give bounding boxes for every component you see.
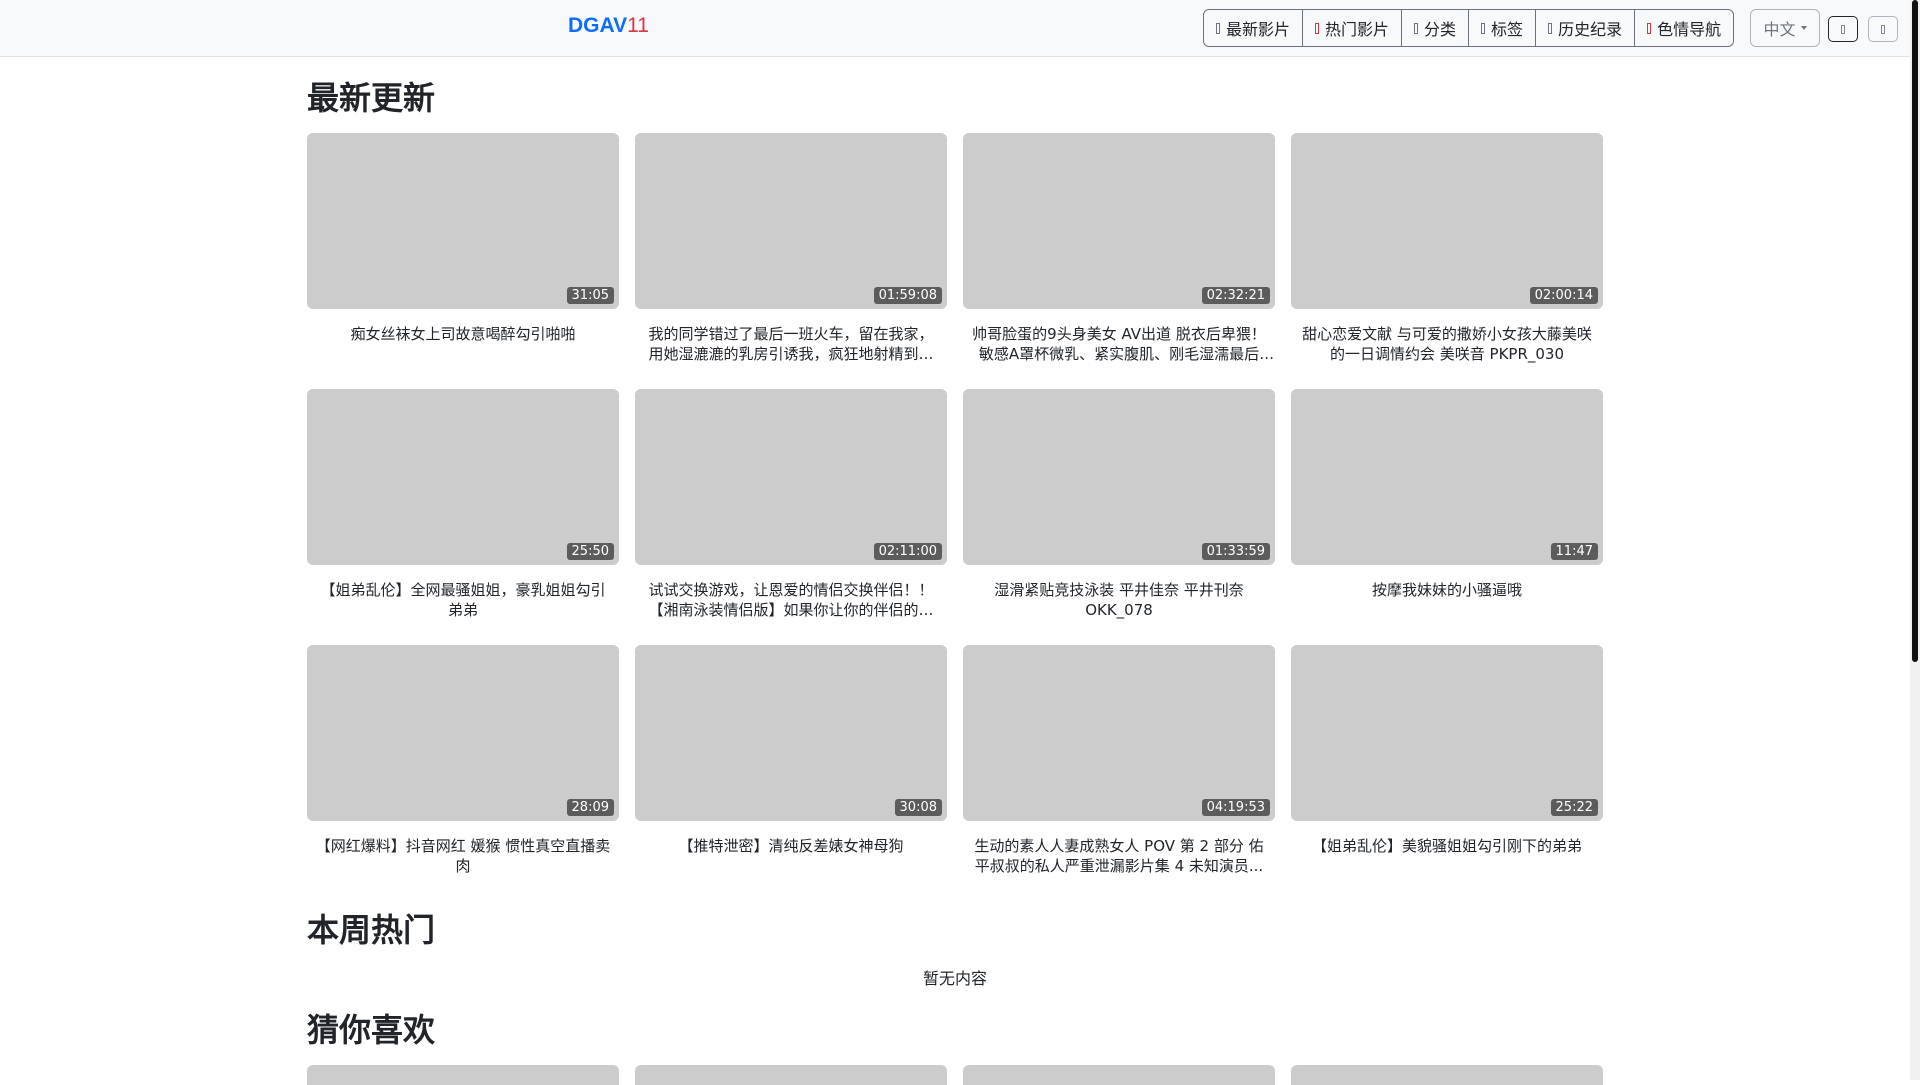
- video-card[interactable]: 01:59:08 我的同学错过了最后一班火车，留在我家，用她湿漉漉的乳房引诱我，疯…: [635, 133, 947, 389]
- video-card[interactable]: 01:33:59 湿滑紧贴竞技泳装 平井佳奈 平井刊奈 OKK_078: [963, 389, 1275, 645]
- section-title-weekly: 本周热门: [307, 911, 436, 949]
- video-duration: 01:59:08: [873, 287, 942, 304]
- nav-button-group: 最新影片 热门影片 分类 标签 历史纪录 色情导航: [1203, 9, 1735, 47]
- nav-label: 热门影片: [1325, 20, 1390, 39]
- video-card[interactable]: [1291, 1065, 1603, 1085]
- video-title[interactable]: 【推特泄密】清纯反差婊女神母狗: [635, 836, 947, 856]
- video-title[interactable]: 我的同学错过了最后一班火车，留在我家，用她湿漉漉的乳房引诱我，疯狂地射精到我令人…: [635, 324, 947, 364]
- video-title[interactable]: 试试交换游戏，让恩爱的情侣交换伴侣！！【湘南泳装情侣版】如果你让你的伴侣的女朋.…: [635, 580, 947, 620]
- video-thumbnail[interactable]: 11:47: [1291, 389, 1603, 565]
- nav-label: 历史纪录: [1558, 20, 1623, 39]
- nav-item-0[interactable]: 最新影片: [1204, 10, 1304, 46]
- video-duration: 11:47: [1550, 543, 1598, 560]
- video-card[interactable]: 02:32:21 帅哥脸蛋的9头身美女 AV出道 脱衣后卑猥！敏感A罩杯微乳、紧实…: [963, 133, 1275, 389]
- video-duration: 30:08: [894, 799, 942, 816]
- video-thumbnail[interactable]: 25:50: [307, 389, 619, 565]
- nav-label: 标签: [1491, 20, 1524, 39]
- video-thumbnail[interactable]: 28:09: [307, 645, 619, 821]
- video-thumbnail[interactable]: 31:05: [307, 133, 619, 309]
- nav-item-1[interactable]: 热门影片: [1303, 10, 1403, 46]
- video-thumbnail[interactable]: [963, 1065, 1275, 1085]
- scrollbar-thumb[interactable]: [1912, 0, 1918, 662]
- theme-toggle-button[interactable]: [1828, 16, 1858, 42]
- video-thumbnail[interactable]: 30:08: [635, 645, 947, 821]
- nav-item-4[interactable]: 历史纪录: [1536, 10, 1636, 46]
- nav-label: 分类: [1424, 20, 1457, 39]
- video-thumbnail[interactable]: [307, 1065, 619, 1085]
- video-duration: 02:32:21: [1201, 287, 1270, 304]
- section-title-guess: 猜你喜欢: [307, 1011, 436, 1049]
- video-card[interactable]: 28:09 【网红爆料】抖音网红 媛猴 惯性真空直播卖肉: [307, 645, 619, 901]
- language-label: 中文: [1763, 20, 1796, 39]
- video-thumbnail[interactable]: 02:00:14: [1291, 133, 1603, 309]
- video-card[interactable]: [963, 1065, 1275, 1085]
- empty-message: 暂无内容: [922, 969, 987, 988]
- guess-grid: [307, 1065, 1603, 1085]
- nav-icon: [1414, 22, 1419, 34]
- video-card[interactable]: 11:47 按摩我妹妹的小骚逼哦: [1291, 389, 1603, 645]
- video-title[interactable]: 生动的素人人妻成熟女人 POV 第 2 部分 佑平叔叔的私人严重泄漏影片集 4 …: [963, 836, 1275, 876]
- scrollbar[interactable]: [1910, 0, 1920, 1080]
- logo-text: DGAV: [568, 14, 628, 37]
- video-title[interactable]: 按摩我妹妹的小骚逼哦: [1291, 580, 1603, 600]
- navbar: DGAV11 最新影片 热门影片 分类 标签 历史纪录 色情导航 中文: [0, 0, 1920, 57]
- video-card[interactable]: 02:00:14 甜心恋爱文献 与可爱的撒娇小女孩大藤美咲的一日调情约会 美咲音 …: [1291, 133, 1603, 389]
- video-title[interactable]: 痴女丝袜女上司故意喝醉勾引啪啪: [307, 324, 619, 344]
- video-thumbnail[interactable]: 25:22: [1291, 645, 1603, 821]
- video-duration: 25:22: [1550, 799, 1598, 816]
- video-thumbnail[interactable]: 02:32:21: [963, 133, 1275, 309]
- video-thumbnail[interactable]: 01:59:08: [635, 133, 947, 309]
- nav-icon: [1315, 22, 1320, 34]
- video-card[interactable]: [635, 1065, 947, 1085]
- video-title[interactable]: 【网红爆料】抖音网红 媛猴 惯性真空直播卖肉: [307, 836, 619, 876]
- nav-icon: [1481, 22, 1486, 34]
- video-title[interactable]: 【姐弟乱伦】全网最骚姐姐，豪乳姐姐勾引弟弟: [307, 580, 619, 620]
- video-card[interactable]: 25:50 【姐弟乱伦】全网最骚姐姐，豪乳姐姐勾引弟弟: [307, 389, 619, 645]
- nav-item-3[interactable]: 标签: [1469, 10, 1537, 46]
- nav-item-5[interactable]: 色情导航: [1635, 10, 1733, 46]
- video-duration: 02:11:00: [873, 543, 942, 560]
- video-card[interactable]: 04:19:53 生动的素人人妻成熟女人 POV 第 2 部分 佑平叔叔的私人严重…: [963, 645, 1275, 901]
- video-grid: 31:05 痴女丝袜女上司故意喝醉勾引啪啪 01:59:08 我的同学错过了最后一班火…: [307, 133, 1603, 901]
- video-title[interactable]: 【姐弟乱伦】美貌骚姐姐勾引刚下的弟弟: [1291, 836, 1603, 856]
- main-content: 最新更新 31:05 痴女丝袜女上司故意喝醉勾引啪啪 01:59:08 我的同学错过了…: [307, 57, 1603, 1085]
- user-icon: [1881, 24, 1885, 34]
- video-duration: 28:09: [566, 799, 614, 816]
- language-dropdown[interactable]: 中文: [1750, 9, 1820, 47]
- video-thumbnail[interactable]: [1291, 1065, 1603, 1085]
- video-duration: 02:00:14: [1529, 287, 1598, 304]
- video-card[interactable]: [307, 1065, 619, 1085]
- nav-icon: [1216, 22, 1220, 34]
- video-duration: 25:50: [566, 543, 614, 560]
- nav-label: 色情导航: [1657, 20, 1722, 39]
- video-duration: 04:19:53: [1201, 799, 1270, 816]
- user-button[interactable]: [1868, 16, 1898, 42]
- site-logo[interactable]: DGAV11: [568, 14, 649, 38]
- video-title[interactable]: 湿滑紧贴竞技泳装 平井佳奈 平井刊奈 OKK_078: [963, 580, 1275, 620]
- section-title-latest: 最新更新: [307, 79, 436, 117]
- nav-item-2[interactable]: 分类: [1402, 10, 1470, 46]
- video-thumbnail[interactable]: 01:33:59: [963, 389, 1275, 565]
- video-title[interactable]: 甜心恋爱文献 与可爱的撒娇小女孩大藤美咲的一日调情约会 美咲音 PKPR_030: [1291, 324, 1603, 364]
- video-card[interactable]: 02:11:00 试试交换游戏，让恩爱的情侣交换伴侣！！【湘南泳装情侣版】如果你让…: [635, 389, 947, 645]
- video-card[interactable]: 31:05 痴女丝袜女上司故意喝醉勾引啪啪: [307, 133, 619, 389]
- video-thumbnail[interactable]: [635, 1065, 947, 1085]
- nav-icon: [1548, 22, 1553, 34]
- video-title[interactable]: 帅哥脸蛋的9头身美女 AV出道 脱衣后卑猥！敏感A罩杯微乳、紧实腹肌、刚毛湿濡最…: [963, 324, 1275, 364]
- nav-icon: [1647, 22, 1652, 34]
- video-card[interactable]: 30:08 【推特泄密】清纯反差婊女神母狗: [635, 645, 947, 901]
- video-card[interactable]: 25:22 【姐弟乱伦】美貌骚姐姐勾引刚下的弟弟: [1291, 645, 1603, 901]
- theme-icon: [1841, 24, 1845, 34]
- nav-label: 最新影片: [1226, 20, 1291, 39]
- video-thumbnail[interactable]: 02:11:00: [635, 389, 947, 565]
- video-duration: 31:05: [566, 287, 614, 304]
- video-thumbnail[interactable]: 04:19:53: [963, 645, 1275, 821]
- logo-number: 11: [627, 14, 649, 37]
- video-duration: 01:33:59: [1201, 543, 1270, 560]
